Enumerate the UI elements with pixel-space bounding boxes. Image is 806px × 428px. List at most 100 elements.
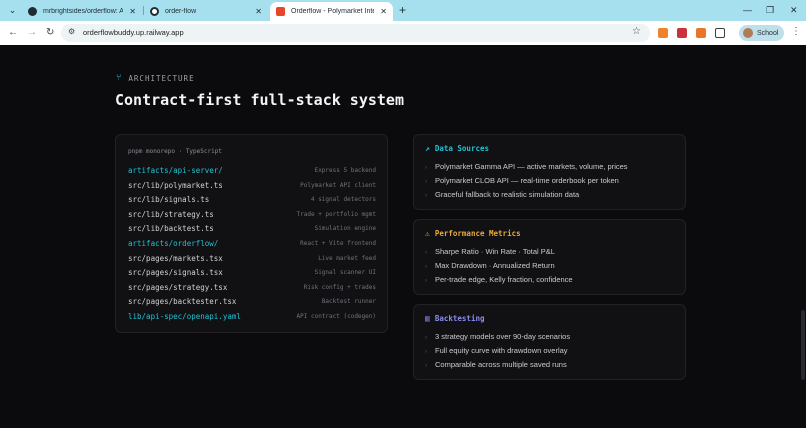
browser-toolbar: ← → ↻ ⚙ orderflowbuddy.up.railway.app ☆ … bbox=[0, 21, 806, 45]
bookmark-star-icon[interactable]: ☆ bbox=[632, 26, 641, 37]
chevron-right-icon: › bbox=[425, 179, 427, 185]
avatar bbox=[743, 28, 753, 38]
list-item-text: Max Drawdown · Annualized Return bbox=[435, 261, 555, 270]
url-text[interactable]: orderflowbuddy.up.railway.app bbox=[83, 28, 184, 37]
feature-card: ⚠ Performance Metrics › Sharpe Ratio · Win … bbox=[413, 219, 686, 295]
trend-up-icon: ↗ bbox=[425, 144, 430, 153]
github-icon bbox=[28, 7, 37, 16]
page-scrollbar[interactable] bbox=[801, 310, 805, 380]
git-branch-icon: ⑂ bbox=[116, 73, 123, 83]
minimize-icon[interactable]: — bbox=[743, 3, 752, 17]
file-description: 4 signal detectors bbox=[310, 196, 376, 204]
file-description: Polymarket API client bbox=[300, 181, 376, 189]
file-description: Express 5 backend bbox=[314, 167, 376, 174]
more-options-icon[interactable]: ⋮ bbox=[791, 26, 801, 37]
tab-title: order-flow bbox=[165, 8, 197, 15]
feature-card: ↗ Data Sources › Polymarket Gamma API — act… bbox=[413, 134, 686, 210]
chevron-right-icon: › bbox=[425, 250, 427, 256]
extensions-puzzle-icon[interactable] bbox=[715, 28, 725, 38]
card-header: ▥ Backtesting bbox=[425, 314, 485, 323]
card-list-item: › Graceful fallback to realistic simulati… bbox=[425, 190, 579, 199]
extension-icon[interactable] bbox=[696, 28, 706, 38]
file-description: API contract (codegen) bbox=[296, 313, 376, 320]
file-path: src/pages/signals.tsx bbox=[128, 268, 223, 278]
card-list-item: › Max Drawdown · Annualized Return bbox=[425, 261, 555, 270]
file-description: Signal scanner UI bbox=[314, 269, 376, 277]
card-list-item: › Comparable across multiple saved runs bbox=[425, 360, 567, 369]
orderflow-favicon-icon bbox=[276, 7, 285, 16]
restore-icon[interactable]: ❐ bbox=[766, 3, 774, 17]
repo-structure-panel: pnpm monorepo · TypeScript artifacts/api… bbox=[115, 134, 388, 333]
card-list-item: › Full equity curve with drawdown overlay bbox=[425, 346, 568, 355]
back-icon[interactable]: ← bbox=[8, 26, 18, 40]
chevron-right-icon: › bbox=[425, 278, 427, 284]
card-list-item: › Sharpe Ratio · Win Rate · Total P&L bbox=[425, 247, 555, 256]
file-description: React + Vite frontend bbox=[300, 240, 376, 247]
repo-file-row: src/pages/backtester.tsx Backtest runner bbox=[128, 297, 376, 309]
feature-card: ▥ Backtesting › 3 strategy models over 90-d… bbox=[413, 304, 686, 380]
card-list-item: › Polymarket Gamma API — active markets, … bbox=[425, 162, 628, 171]
section-eyebrow: ⑂ ARCHITECTURE bbox=[116, 73, 195, 83]
list-item-text: Full equity curve with drawdown overlay bbox=[435, 346, 568, 355]
close-icon[interactable]: ✕ bbox=[380, 7, 387, 16]
forward-icon[interactable]: → bbox=[27, 26, 37, 40]
card-title: Performance Metrics bbox=[434, 229, 521, 238]
list-item-text: Polymarket CLOB API — real-time orderboo… bbox=[435, 176, 619, 185]
address-bar[interactable]: ⚙ orderflowbuddy.up.railway.app ☆ bbox=[61, 24, 650, 42]
site-settings-icon[interactable]: ⚙ bbox=[68, 27, 75, 36]
profile-button[interactable]: School bbox=[739, 25, 784, 41]
file-path: src/pages/strategy.tsx bbox=[128, 282, 228, 292]
chevron-right-icon: › bbox=[425, 264, 427, 270]
card-title: Data Sources bbox=[434, 144, 490, 153]
tab-order-flow[interactable]: order-flow ✕ bbox=[144, 2, 268, 21]
file-description: Simulation engine bbox=[314, 225, 376, 233]
list-item-text: Polymarket Gamma API — active markets, v… bbox=[435, 162, 628, 171]
repo-file-row: artifacts/api-server/Express 5 backend bbox=[128, 166, 376, 178]
chevron-right-icon: › bbox=[425, 363, 427, 369]
repo-file-row: src/lib/strategy.ts Trade + portfolio mgm… bbox=[128, 210, 376, 222]
file-path: src/lib/strategy.ts bbox=[128, 209, 214, 219]
file-path: src/lib/polymarket.ts bbox=[128, 180, 223, 190]
file-path: artifacts/orderflow/ bbox=[128, 239, 219, 248]
list-item-text: Graceful fallback to realistic simulatio… bbox=[435, 190, 580, 199]
site-icon bbox=[150, 7, 159, 16]
repo-file-row: src/pages/signals.tsx Signal scanner UI bbox=[128, 268, 376, 280]
section-title: Contract-first full-stack system bbox=[115, 91, 404, 109]
repo-file-row: src/lib/signals.ts 4 signal detectors bbox=[128, 195, 376, 207]
list-item-text: Per-trade edge, Kelly fraction, confiden… bbox=[435, 275, 573, 284]
tab-search-icon[interactable]: ⌄ bbox=[6, 4, 19, 17]
extension-icon[interactable] bbox=[677, 28, 687, 38]
warning-icon: ⚠ bbox=[425, 229, 430, 238]
reload-icon[interactable]: ↻ bbox=[46, 26, 54, 40]
file-path: src/pages/markets.tsx bbox=[128, 253, 223, 263]
chevron-right-icon: › bbox=[425, 193, 427, 199]
eyebrow-label: ARCHITECTURE bbox=[128, 73, 195, 83]
repo-file-row: src/lib/backtest.ts Simulation engine bbox=[128, 224, 376, 236]
page-content: ⑂ ARCHITECTURE Contract-first full-stack… bbox=[0, 45, 806, 428]
list-item-text: Comparable across multiple saved runs bbox=[435, 360, 567, 369]
tab-github[interactable]: mrbrightsides/orderflow: A live ✕ bbox=[22, 2, 142, 21]
card-list-item: › 3 strategy models over 90-day scenarios bbox=[425, 332, 570, 341]
repo-file-row: src/pages/markets.tsx Live market feed bbox=[128, 254, 376, 266]
metamask-extension-icon[interactable] bbox=[658, 28, 668, 38]
tab-title: Orderflow - Polymarket Intellige bbox=[291, 8, 375, 15]
tab-title: mrbrightsides/orderflow: A live bbox=[43, 8, 124, 15]
card-list-item: › Polymarket CLOB API — real-time orderbo… bbox=[425, 176, 619, 185]
list-item-text: 3 strategy models over 90-day scenarios bbox=[435, 332, 571, 341]
repo-file-row: lib/api-spec/openapi.yaml API contract (c… bbox=[128, 312, 376, 324]
card-header: ↗ Data Sources bbox=[425, 144, 489, 153]
chevron-right-icon: › bbox=[425, 165, 427, 171]
bar-chart-icon: ▥ bbox=[425, 314, 430, 323]
file-description: Backtest runner bbox=[321, 298, 376, 306]
close-icon[interactable]: ✕ bbox=[129, 7, 136, 16]
close-icon[interactable]: ✕ bbox=[255, 7, 262, 16]
window-close-icon[interactable]: ✕ bbox=[790, 3, 798, 17]
file-path: lib/api-spec/openapi.yaml bbox=[128, 312, 241, 321]
new-tab-button[interactable]: + bbox=[399, 3, 406, 17]
chevron-right-icon: › bbox=[425, 349, 427, 355]
file-path: src/pages/backtester.tsx bbox=[128, 297, 237, 307]
repo-file-row: artifacts/orderflow/React + Vite fronten… bbox=[128, 239, 376, 251]
profile-label: School bbox=[757, 29, 779, 37]
card-list-item: › Per-trade edge, Kelly fraction, confide… bbox=[425, 275, 573, 284]
tab-orderflow-active[interactable]: Orderflow - Polymarket Intellige ✕ bbox=[270, 2, 393, 21]
